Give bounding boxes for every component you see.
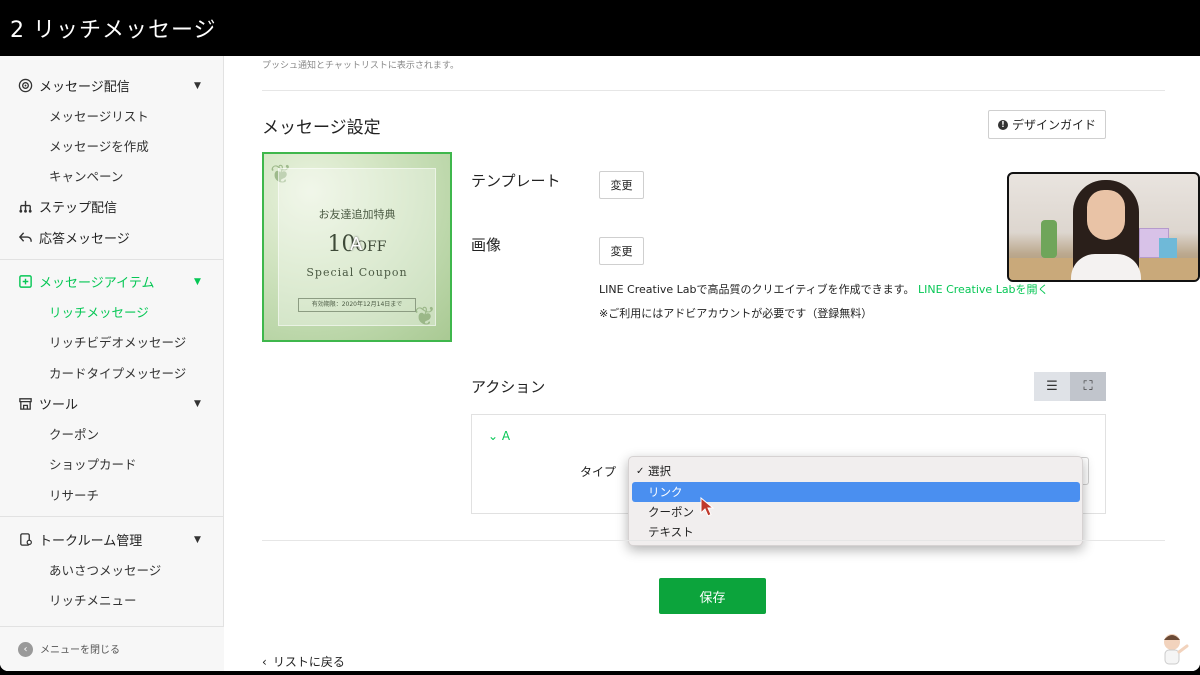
info-icon: ! — [997, 119, 1008, 130]
coupon-heading: お友達追加特典 — [318, 208, 396, 221]
coupon-subtitle: Special Coupon — [306, 266, 408, 279]
sidebar-item-card-type-message[interactable]: カードタイプメッセージ — [49, 361, 186, 383]
dropdown-option[interactable]: テキスト — [632, 522, 1080, 542]
sidebar-section-label: メッセージアイテム — [39, 275, 155, 291]
chevron-left-icon: ‹ — [262, 654, 267, 669]
sidebar-section-label: 応答メッセージ — [39, 231, 130, 247]
cam-plant — [1041, 220, 1057, 258]
cam-presenter-body — [1071, 254, 1141, 280]
dropdown-option[interactable]: ✓ 選択 — [632, 461, 1080, 481]
sidebar-divider — [0, 259, 224, 260]
sidebar-item-shop-card[interactable]: ショップカード — [49, 452, 137, 474]
template-change-button[interactable]: 変更 — [599, 171, 644, 199]
cam-presenter-face — [1087, 190, 1125, 240]
action-area-header[interactable]: ⌄ A — [488, 429, 510, 443]
fullscreen-icon[interactable]: ⛶ — [1070, 372, 1106, 401]
sidebar-item-rich-message[interactable]: リッチメッセージ — [49, 300, 149, 322]
image-change-button[interactable]: 変更 — [599, 237, 644, 265]
option-label: 選択 — [648, 464, 671, 478]
adobe-account-note: ※ご利用にはアドビアカウントが必要です（登録無料） — [599, 307, 873, 320]
creative-lab-link[interactable]: LINE Creative Labを開く — [918, 283, 1049, 296]
action-area-label: A — [501, 429, 511, 443]
back-label: リストに戻る — [272, 655, 345, 669]
step-icon — [17, 198, 33, 214]
app-frame: メッセージ配信 ▼ メッセージリスト メッセージを作成 キャンペーン ステップ配… — [0, 56, 1200, 671]
mouse-cursor-icon — [700, 497, 714, 517]
sidebar-section-label: トークルーム管理 — [39, 533, 143, 549]
checkmark-icon: ✓ — [636, 465, 645, 477]
chevron-down-icon[interactable]: ▼ — [194, 399, 204, 409]
mascot-icon — [1164, 634, 1189, 665]
sidebar-item-greeting-message[interactable]: あいさつメッセージ — [49, 558, 161, 580]
reply-icon — [17, 229, 33, 245]
chevron-down-icon[interactable]: ▼ — [194, 535, 204, 545]
add-box-icon — [17, 273, 33, 289]
sidebar-section-label: ツール — [39, 397, 79, 413]
option-label: リンク — [648, 485, 683, 499]
type-dropdown-menu: ✓ 選択 リンク クーポン テキスト — [628, 456, 1083, 546]
chevron-down-icon[interactable]: ▼ — [194, 81, 204, 91]
sidebar-section-label: ステップ配信 — [39, 200, 118, 216]
broadcast-icon — [17, 77, 33, 93]
sidebar-item-rich-menu[interactable]: リッチメニュー — [49, 588, 137, 610]
sidebar-section-label: メッセージ配信 — [39, 79, 130, 95]
main-content: プッシュ通知とチャットリストに表示されます。 メッセージ設定 ! デザインガイド… — [224, 56, 1200, 671]
coupon-expiry: 有効期限：2020年12月14日まで — [298, 298, 416, 312]
back-to-list-link[interactable]: ‹ リストに戻る — [262, 653, 345, 671]
leaf-decoration-icon: ❦ — [414, 302, 436, 332]
divider — [262, 540, 1165, 541]
sidebar-item-coupon[interactable]: クーポン — [49, 422, 99, 444]
rich-message-preview[interactable]: ❦ ❦ お友達追加特典 10OFF A Special Coupon 有効期限：… — [262, 152, 452, 342]
divider — [262, 90, 1165, 91]
option-label: クーポン — [648, 505, 694, 519]
sidebar-item-rich-video-message[interactable]: リッチビデオメッセージ — [49, 330, 186, 352]
list-view-icon[interactable]: ☰ — [1034, 372, 1070, 401]
tap-area-marker: A — [350, 234, 363, 255]
chevron-down-icon[interactable]: ▼ — [194, 277, 204, 287]
sidebar-section-message-items[interactable]: メッセージアイテム — [17, 269, 154, 293]
image-label: 画像 — [471, 236, 502, 254]
save-button[interactable]: 保存 — [659, 578, 766, 614]
type-label: タイプ — [580, 465, 617, 479]
sidebar-section-tools[interactable]: ツール — [17, 391, 78, 415]
sidebar-item-message-list[interactable]: メッセージリスト — [49, 104, 149, 126]
sidebar-item-research[interactable]: リサーチ — [49, 483, 99, 505]
chevron-left-icon[interactable]: ‹ — [18, 642, 33, 657]
creative-lab-description: LINE Creative Labで高品質のクリエイティブを作成できます。 LI… — [599, 281, 1049, 297]
sidebar-footer: ‹ メニューを閉じる — [0, 626, 224, 671]
sidebar-section-message-delivery[interactable]: メッセージ配信 — [17, 73, 130, 97]
close-menu-button[interactable]: メニューを閉じる — [40, 641, 120, 656]
sidebar: メッセージ配信 ▼ メッセージリスト メッセージを作成 キャンペーン ステップ配… — [0, 56, 224, 671]
creative-lab-text: LINE Creative Labで高品質のクリエイティブを作成できます。 — [599, 283, 915, 296]
section-title: メッセージ設定 — [262, 118, 381, 138]
title-bar: 2 リッチメッセージ — [0, 0, 1200, 56]
sidebar-divider — [0, 516, 224, 517]
sidebar-section-auto-reply[interactable]: 応答メッセージ — [17, 225, 130, 249]
chat-room-icon — [17, 531, 33, 547]
view-toggle: ☰ ⛶ — [1034, 372, 1106, 401]
sidebar-item-campaign[interactable]: キャンペーン — [49, 164, 123, 186]
sidebar-section-talk-room[interactable]: トークルーム管理 — [17, 527, 142, 551]
design-guide-button[interactable]: ! デザインガイド — [988, 110, 1106, 139]
design-guide-label: デザインガイド — [1011, 118, 1096, 132]
webcam-overlay — [1007, 172, 1200, 282]
store-icon — [17, 395, 33, 411]
cam-book — [1159, 238, 1177, 258]
push-note: プッシュ通知とチャットリストに表示されます。 — [262, 61, 460, 71]
chevron-down-icon: ⌄ — [488, 429, 499, 443]
window-title: 2 リッチメッセージ — [10, 18, 217, 43]
action-label: アクション — [471, 378, 546, 396]
sidebar-section-step-delivery[interactable]: ステップ配信 — [17, 194, 117, 218]
option-label: テキスト — [648, 525, 694, 539]
sidebar-item-create-message[interactable]: メッセージを作成 — [49, 134, 149, 156]
template-label: テンプレート — [471, 172, 561, 190]
